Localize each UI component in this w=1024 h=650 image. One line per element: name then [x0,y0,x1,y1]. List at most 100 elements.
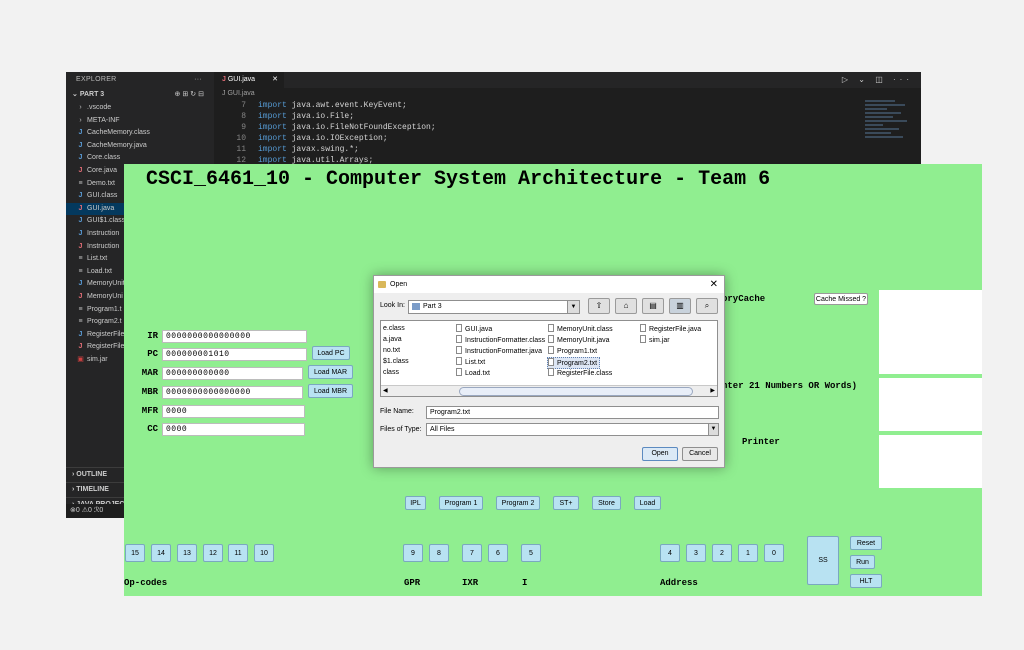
ixr-label: IXR [462,578,479,588]
run-button[interactable]: Run [850,555,875,569]
printer-area [879,435,982,488]
program1-button[interactable]: Program 1 [439,496,483,510]
opcode-bit-10[interactable]: 10 [254,544,274,562]
i-bit-5[interactable]: 5 [521,544,541,562]
pc-label: PC [147,349,158,359]
look-in-select[interactable]: Part 3 ▼ [408,300,580,314]
opcode-bit-15[interactable]: 15 [125,544,145,562]
ir-field[interactable]: 0000000000000000 [162,330,307,343]
program2-button[interactable]: Program 2 [496,496,540,510]
more-actions-icon[interactable]: ··· [194,72,202,88]
st-plus-button[interactable]: ST+ [553,496,579,510]
code-editor[interactable]: 7 import java.awt.event.KeyEvent; 8 import… [214,100,435,166]
cc-field[interactable]: 0000 [162,423,305,436]
open-button[interactable]: Open [642,447,678,461]
arrow-right-icon[interactable]: ▶ [710,386,715,396]
load-pc-button[interactable]: Load PC [312,346,350,360]
breadcrumb[interactable]: J GUI.java [214,88,255,100]
gpr-bit-8[interactable]: 8 [429,544,449,562]
list-item[interactable]: GUI.java [456,324,492,334]
chevron-down-icon[interactable]: ▼ [567,301,579,313]
load-mar-button[interactable]: Load MAR [308,365,353,379]
list-item[interactable]: MemoryUnit.class [548,324,613,334]
workspace-section[interactable]: ⌄ PART 3 ⊕⊞↻⊟ [66,88,214,102]
java-icon: J [78,192,83,200]
mar-field[interactable]: 000000000000 [162,367,303,380]
opcode-bit-13[interactable]: 13 [177,544,197,562]
memory-cache-label: oryCache [722,294,766,304]
file-name-input[interactable]: Program2.txt [426,406,719,419]
java-icon: J [78,204,83,212]
mfr-label: MFR [141,406,158,416]
chevron-down-icon[interactable]: ▼ [708,424,718,435]
list-item[interactable]: $1.class [383,357,409,367]
ixr-bit-7[interactable]: 7 [462,544,482,562]
store-button[interactable]: Store [592,496,621,510]
code-line: 7 import java.awt.event.KeyEvent; [241,101,407,110]
load-button[interactable]: Load [634,496,661,510]
address-bit-3[interactable]: 3 [686,544,706,562]
dialog-titlebar[interactable]: Open ✕ [374,276,724,293]
tab-gui-java[interactable]: J GUI.java ✕ [214,72,284,88]
pc-field[interactable]: 000000001010 [162,348,307,361]
up-folder-icon[interactable]: ⇧ [588,298,610,314]
list-item[interactable]: class [383,368,399,378]
ir-label: IR [147,331,158,341]
java-icon: J [78,217,83,225]
files-of-type-select[interactable]: All Files ▼ [426,423,719,436]
gpr-bit-9[interactable]: 9 [403,544,423,562]
list-item[interactable]: List.txt [456,357,485,367]
mbr-field[interactable]: 0000000000000000 [162,386,303,399]
address-bit-4[interactable]: 4 [660,544,680,562]
scrollbar-thumb[interactable] [459,387,693,396]
mfr-field[interactable]: 0000 [162,405,305,418]
file-item[interactable]: › .vscode [66,102,214,115]
address-bit-0[interactable]: 0 [764,544,784,562]
editor-actions-icons[interactable]: ▷ ⌄ ◫ ··· [842,72,913,88]
list-item[interactable]: Program1.txt [548,346,597,356]
close-icon[interactable]: ✕ [272,72,278,88]
opcode-bit-12[interactable]: 12 [203,544,223,562]
list-item[interactable]: e.class [383,324,405,334]
cache-missed-button[interactable]: Cache Missed ? [814,293,868,305]
cancel-button[interactable]: Cancel [682,447,718,461]
file-item[interactable]: J CacheMemory.class [66,127,214,140]
load-mbr-button[interactable]: Load MBR [308,384,353,398]
list-item[interactable]: InstructionFormatter.class [456,335,545,345]
file-item[interactable]: J CacheMemory.java [66,140,214,153]
file-list[interactable]: e.class a.java no.txt $1.class class GUI… [380,320,718,397]
minimap[interactable] [865,100,911,160]
list-item[interactable]: a.java [383,335,402,345]
list-item[interactable]: no.txt [383,346,400,356]
reset-button[interactable]: Reset [850,536,882,550]
details-view-icon[interactable]: ⌕ [696,298,718,314]
list-item[interactable]: RegisterFile.class [548,368,612,378]
address-bit-1[interactable]: 1 [738,544,758,562]
list-item[interactable]: InstructionFormatter.java [456,346,542,356]
horizontal-scrollbar[interactable]: ◀ ▶ [381,385,717,396]
explorer-actions-icons[interactable]: ⊕⊞↻⊟ [175,88,206,102]
list-item[interactable]: Load.txt [456,368,490,378]
close-icon[interactable]: ✕ [710,276,718,293]
list-item[interactable]: MemoryUnit.java [548,335,610,345]
input-area[interactable] [879,378,982,431]
file-item[interactable]: › META-INF [66,115,214,128]
new-folder-icon[interactable]: ▤ [642,298,664,314]
list-view-icon[interactable]: ▥ [669,298,691,314]
single-step-button[interactable]: SS [807,536,839,585]
address-bit-2[interactable]: 2 [712,544,732,562]
list-item[interactable]: RegisterFile.java [640,324,701,334]
file-icon [640,335,646,343]
opcode-bit-14[interactable]: 14 [151,544,171,562]
dialog-title: Open [390,281,408,288]
ipl-button[interactable]: IPL [405,496,426,510]
ixr-bit-6[interactable]: 6 [488,544,508,562]
printer-label: Printer [742,437,780,447]
arrow-left-icon[interactable]: ◀ [383,386,388,396]
list-item[interactable]: sim.jar [640,335,670,345]
home-icon[interactable]: ⌂ [615,298,637,314]
chevron-down-icon: ⌄ [72,91,80,98]
opcodes-label: Op-codes [124,578,168,588]
halt-button[interactable]: HLT [850,574,882,588]
opcode-bit-11[interactable]: 11 [228,544,248,562]
